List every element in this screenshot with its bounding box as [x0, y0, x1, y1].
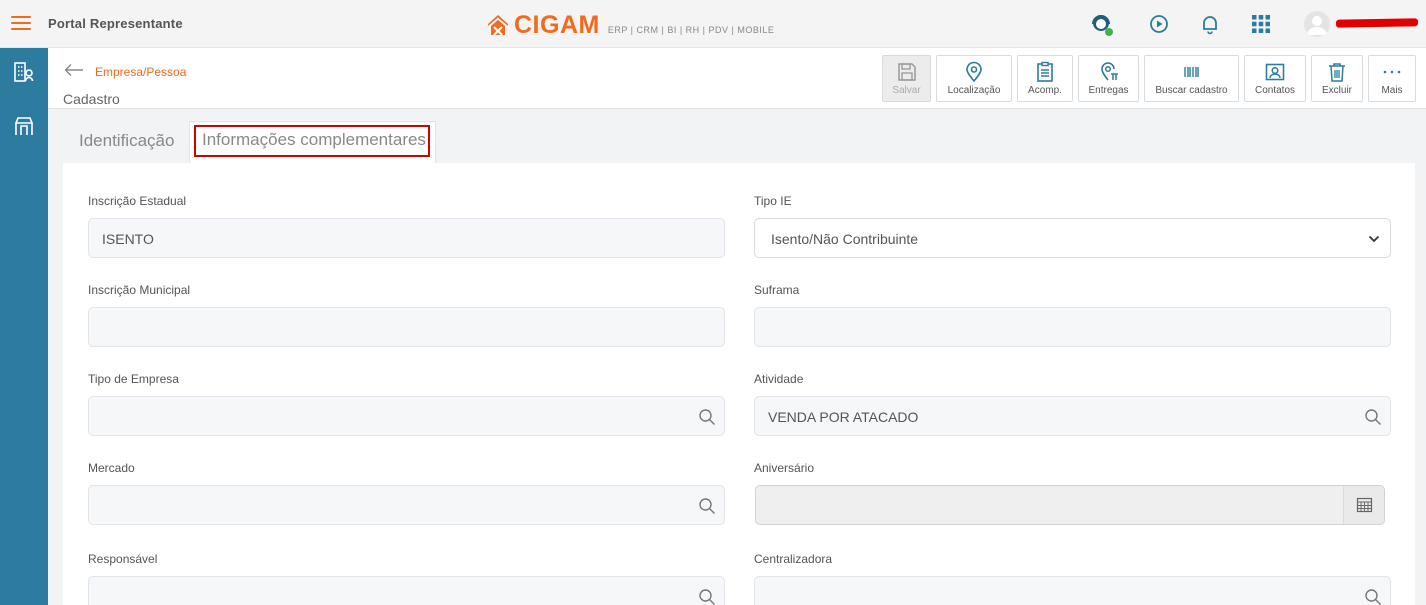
mercado-field[interactable] — [88, 485, 725, 525]
tab-bar: Identificação Informações complementares — [48, 109, 1426, 163]
inscricao-estadual-value: ISENTO — [102, 231, 154, 247]
suframa-label: Suframa — [754, 283, 800, 297]
save-button[interactable]: Salvar — [882, 55, 931, 102]
location-pin-icon — [966, 61, 982, 83]
save-icon — [897, 63, 916, 81]
tipo-empresa-field[interactable] — [88, 396, 725, 436]
search-icon[interactable] — [698, 497, 716, 515]
location-button[interactable]: Localização — [936, 55, 1012, 102]
search-icon[interactable] — [1364, 588, 1382, 605]
deliveries-button[interactable]: Entregas — [1078, 55, 1139, 102]
support-agent-icon[interactable] — [1089, 12, 1113, 36]
responsavel-field[interactable] — [88, 576, 725, 605]
calendar-button[interactable] — [1343, 486, 1384, 524]
centralizadora-field[interactable] — [754, 576, 1391, 605]
inscricao-municipal-field[interactable] — [88, 307, 725, 347]
mercado-label: Mercado — [88, 461, 135, 475]
search-icon[interactable] — [698, 408, 716, 426]
tipo-ie-value: Isento/Não Contribuinte — [771, 231, 919, 247]
search-register-label: Buscar cadastro — [1155, 85, 1228, 96]
aniversario-field[interactable] — [755, 485, 1385, 525]
page-header: Empresa/Pessoa Cadastro Salvar Localizaç… — [48, 48, 1426, 109]
cigam-logo-icon — [488, 15, 508, 36]
atividade-label: Atividade — [754, 372, 804, 386]
tipo-ie-select[interactable]: Isento/Não Contribuinte — [754, 218, 1391, 258]
chevron-down-icon — [1368, 235, 1380, 243]
user-avatar[interactable] — [1304, 11, 1330, 37]
back-arrow-icon[interactable] — [64, 63, 84, 77]
barcode-icon — [1183, 67, 1199, 77]
tipo-ie-label: Tipo IE — [754, 194, 792, 208]
clipboard-icon — [1037, 61, 1053, 82]
location-label: Localização — [947, 85, 1001, 96]
acomp-button[interactable]: Acomp. — [1017, 55, 1073, 102]
store-icon[interactable] — [12, 114, 36, 138]
atividade-field[interactable]: VENDA POR ATACADO — [754, 396, 1391, 436]
bell-icon[interactable] — [1198, 12, 1222, 36]
more-dots-icon — [1383, 70, 1401, 74]
company-icon[interactable] — [12, 60, 36, 84]
aniversario-label: Aniversário — [754, 461, 815, 475]
atividade-value: VENDA POR ATACADO — [768, 409, 919, 425]
search-icon[interactable] — [1364, 408, 1382, 426]
acomp-label: Acomp. — [1028, 85, 1062, 96]
save-label: Salvar — [892, 85, 921, 96]
menu-icon[interactable] — [11, 16, 31, 31]
deliveries-label: Entregas — [1088, 85, 1129, 96]
page-subtitle: Cadastro — [63, 91, 120, 107]
app-title: Portal Representante — [48, 16, 183, 31]
suframa-field[interactable] — [754, 307, 1391, 347]
play-icon[interactable] — [1147, 12, 1171, 36]
more-label: Mais — [1381, 85, 1403, 96]
cigam-logo: CIGAM ERP | CRM | BI | RH | PDV | MOBILE — [486, 11, 774, 39]
breadcrumb[interactable]: Empresa/Pessoa — [95, 65, 186, 79]
trash-icon — [1329, 63, 1345, 82]
responsavel-label: Responsável — [88, 552, 158, 566]
form-panel: Inscrição Estadual ISENTO Tipo IE Isento… — [63, 163, 1415, 605]
sidebar — [0, 48, 48, 605]
inscricao-municipal-label: Inscrição Municipal — [88, 283, 191, 297]
tab-complementary[interactable]: Informações complementares — [189, 121, 436, 163]
inscricao-estadual-label: Inscrição Estadual — [88, 194, 187, 208]
logo-text: CIGAM — [514, 11, 600, 39]
search-register-button[interactable]: Buscar cadastro — [1144, 55, 1239, 102]
apps-grid-icon[interactable] — [1249, 12, 1273, 36]
contacts-button[interactable]: Contatos — [1244, 55, 1306, 102]
contacts-label: Contatos — [1254, 85, 1296, 96]
centralizadora-label: Centralizadora — [754, 552, 833, 566]
top-bar: Portal Representante CIGAM ERP | CRM | B… — [0, 0, 1426, 48]
contact-card-icon — [1265, 63, 1285, 81]
delete-label: Excluir — [1321, 85, 1352, 96]
delete-button[interactable]: Excluir — [1311, 55, 1363, 102]
inscricao-estadual-field[interactable]: ISENTO — [88, 218, 725, 258]
delivery-pin-icon — [1100, 62, 1118, 81]
search-icon[interactable] — [698, 588, 716, 605]
calendar-icon — [1356, 497, 1373, 513]
tipo-empresa-label: Tipo de Empresa — [88, 372, 179, 386]
tab-complementary-label: Informações complementares — [202, 130, 426, 149]
logo-subtitle: ERP | CRM | BI | RH | PDV | MOBILE — [607, 25, 775, 35]
more-button[interactable]: Mais — [1368, 55, 1416, 102]
user-icon — [1307, 16, 1327, 35]
user-name-redacted — [1335, 18, 1419, 28]
